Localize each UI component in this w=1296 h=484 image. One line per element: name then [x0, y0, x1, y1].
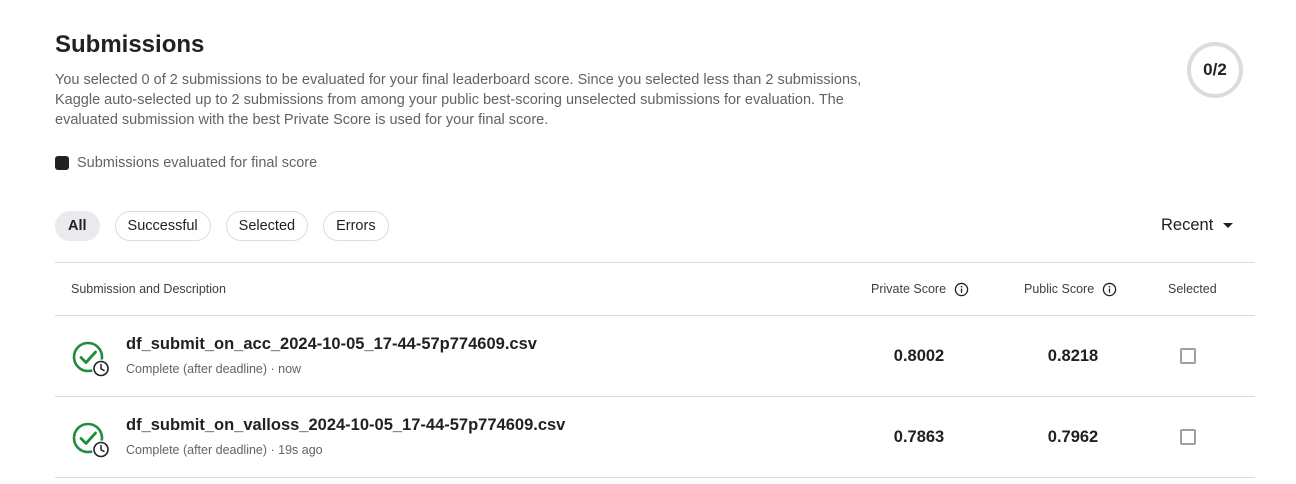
column-header-selected: Selected [1168, 263, 1217, 315]
selection-counter-text: 0/2 [1203, 60, 1227, 79]
filter-chip-selected[interactable]: Selected [225, 211, 309, 241]
table-row[interactable]: df_submit_on_valloss_2024-10-05_17-44-57… [55, 397, 1255, 478]
private-score: 0.8002 [893, 347, 945, 365]
filter-chips: All Successful Selected Errors [55, 211, 389, 241]
filter-chip-errors[interactable]: Errors [323, 211, 389, 241]
column-header-public-label: Public Score [1024, 282, 1095, 296]
submissions-description: You selected 0 of 2 submissions to be ev… [55, 72, 862, 128]
sort-label: Recent [1161, 216, 1214, 234]
legend-swatch [55, 156, 69, 170]
public-score: 0.7962 [1047, 428, 1099, 446]
column-header-description: Submission and Description [71, 263, 226, 315]
legend-label: Submissions evaluated for final score [77, 155, 318, 171]
private-score: 0.7863 [893, 428, 945, 446]
select-checkbox[interactable] [1180, 429, 1196, 445]
page-title: Submissions [55, 31, 205, 58]
filter-chip-successful[interactable]: Successful [114, 211, 211, 241]
caret-down-icon [1223, 223, 1234, 228]
check-circle-clock-icon [72, 341, 110, 378]
public-score: 0.8218 [1047, 347, 1099, 365]
column-header-private-score: Private Score [871, 263, 969, 315]
submission-status: Complete (after deadline) · 19s ago [126, 443, 323, 457]
check-circle-clock-icon [72, 422, 110, 459]
column-header-description-label: Submission and Description [71, 282, 226, 296]
submissions-page: Submissions You selected 0 of 2 submissi… [0, 0, 1296, 484]
filter-chip-all[interactable]: All [55, 211, 100, 241]
column-header-selected-label: Selected [1168, 282, 1217, 296]
column-header-private-label: Private Score [871, 282, 947, 296]
table-header: Submission and Description Private Score… [55, 262, 1255, 316]
table-row[interactable]: df_submit_on_acc_2024-10-05_17-44-57p774… [55, 316, 1255, 397]
legend: Submissions evaluated for final score [55, 155, 317, 171]
submissions-table: Submission and Description Private Score… [55, 262, 1255, 478]
submission-file-name[interactable]: df_submit_on_acc_2024-10-05_17-44-57p774… [126, 335, 537, 354]
sort-dropdown[interactable]: Recent [1161, 216, 1234, 235]
submission-status: Complete (after deadline) · now [126, 362, 302, 376]
info-icon[interactable] [1102, 282, 1117, 297]
submission-file-name[interactable]: df_submit_on_valloss_2024-10-05_17-44-57… [126, 416, 565, 435]
column-header-public-score: Public Score [1024, 263, 1117, 315]
info-icon[interactable] [954, 282, 969, 297]
select-checkbox[interactable] [1180, 348, 1196, 364]
selection-counter: 0/2 [1187, 42, 1243, 98]
